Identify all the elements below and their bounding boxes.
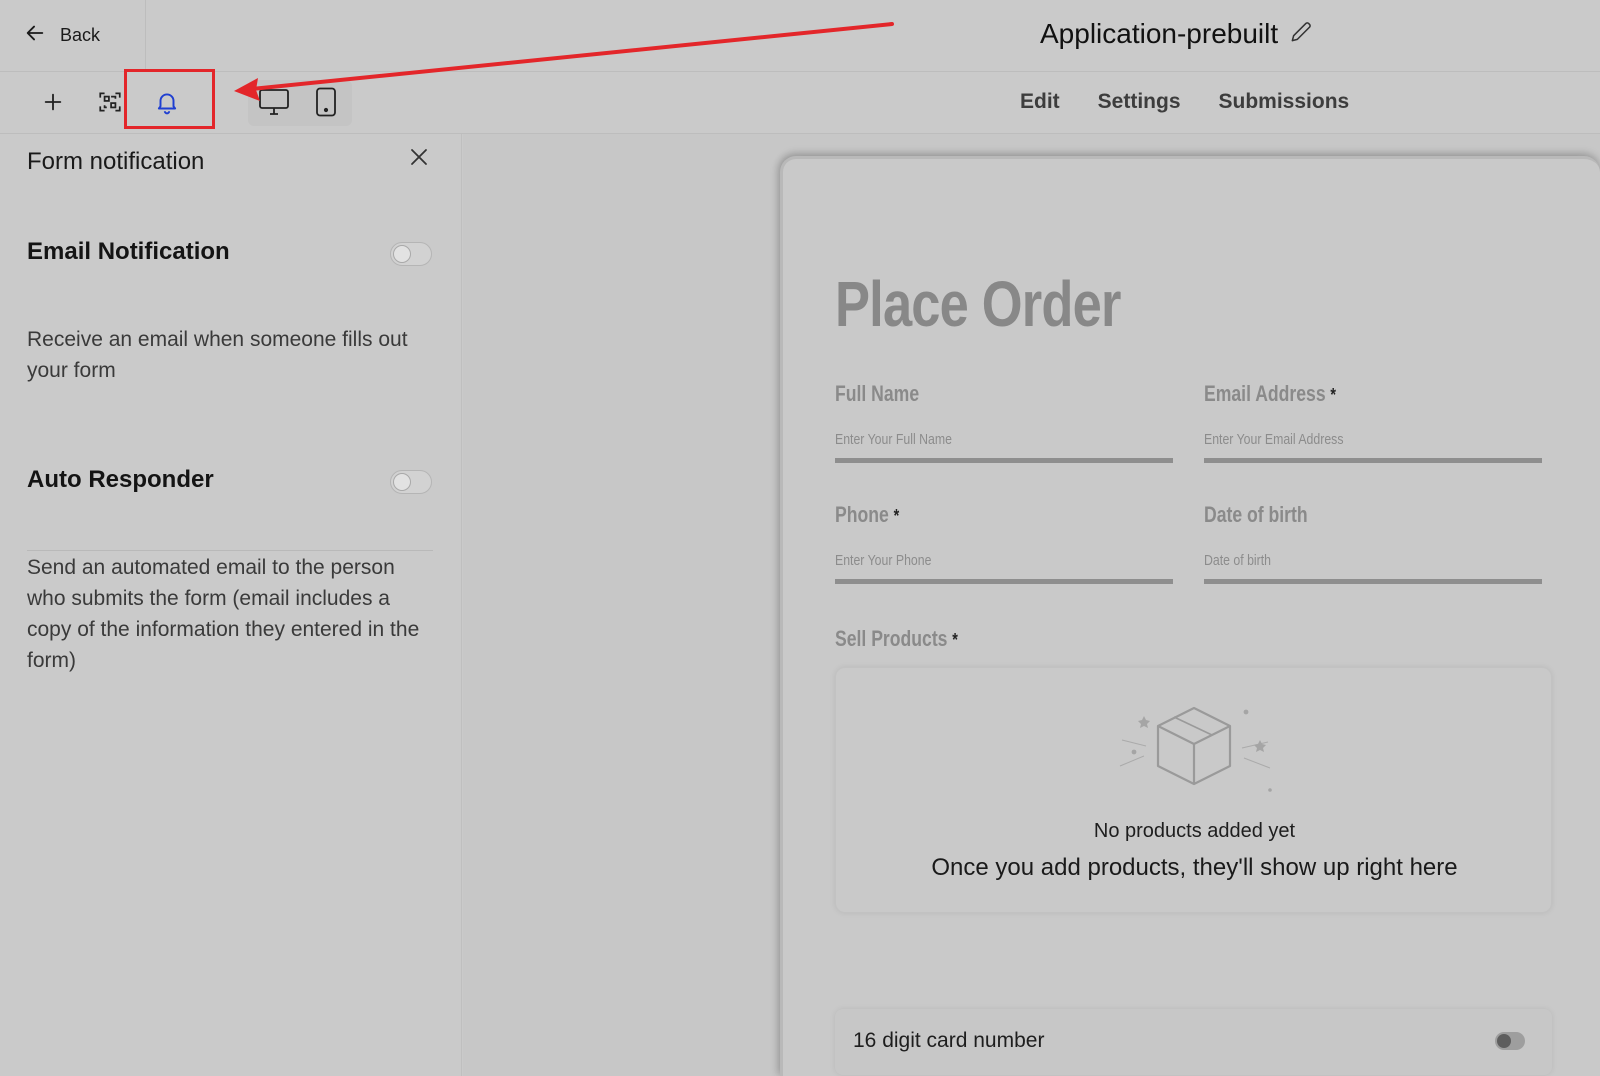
form-name-title: Application-prebuilt [1040, 18, 1279, 49]
desktop-icon[interactable] [254, 82, 294, 122]
field-label: Date of birth [1204, 502, 1308, 527]
tab-settings[interactable]: Settings [1098, 90, 1181, 114]
card-number-row: 16 digit card number [835, 1009, 1552, 1075]
auto-responder-title: Auto Responder [27, 466, 214, 493]
toggle-knob [393, 473, 411, 491]
field-placeholder: Enter Your Email Address [1204, 431, 1344, 448]
field-underline [1204, 458, 1542, 463]
editor-toolbar: Edit Settings Submissions [0, 69, 1600, 134]
email-address-field[interactable]: Email Address * Enter Your Email Address [1204, 381, 1542, 463]
form-title-group: Application-prebuilt [1040, 16, 1314, 52]
email-notification-toggle[interactable] [390, 242, 432, 266]
arrow-left-icon [24, 22, 46, 49]
phone-field[interactable]: Phone * Enter Your Phone [835, 502, 1173, 584]
sell-products-label: Sell Products [835, 626, 948, 651]
form-preview-card: Place Order Full Name Enter Your Full Na… [780, 156, 1600, 1076]
toggle-knob [1497, 1034, 1511, 1048]
tab-edit[interactable]: Edit [1020, 90, 1060, 114]
field-label: Phone [835, 502, 889, 527]
field-placeholder: Date of birth [1204, 552, 1272, 569]
back-label: Back [60, 24, 101, 45]
required-marker: * [952, 630, 958, 650]
products-empty-state: No products added yet Once you add produ… [835, 667, 1552, 913]
mobile-icon[interactable] [306, 82, 346, 122]
annotation-highlight-box [124, 69, 215, 129]
auto-responder-toggle[interactable] [390, 470, 432, 494]
empty-state-title: No products added yet [1093, 820, 1296, 842]
field-label: Full Name [835, 381, 920, 406]
form-notification-panel: Form notification Email Notification Rec… [0, 134, 462, 1076]
toggle-knob [393, 245, 411, 263]
field-underline [1204, 579, 1542, 584]
panel-divider [27, 550, 433, 551]
field-placeholder: Enter Your Full Name [835, 431, 952, 448]
back-button[interactable]: Back [24, 20, 100, 50]
field-label: Email Address [1204, 381, 1326, 406]
email-notification-description: Receive an email when someone fills out … [27, 328, 408, 382]
required-marker: * [1330, 385, 1337, 405]
empty-state-subtitle: Once you add products, they'll show up r… [931, 854, 1458, 881]
plus-icon[interactable] [33, 82, 73, 122]
field-underline [835, 579, 1173, 584]
panel-title: Form notification [27, 148, 205, 175]
email-notification-title: Email Notification [27, 238, 230, 265]
date-of-birth-field[interactable]: Date of birth Date of birth [1204, 502, 1542, 584]
auto-responder-description: Send an automated email to the person wh… [27, 556, 420, 672]
top-bar: Back Application-prebuilt [0, 0, 1600, 72]
nav-tabs: Edit Settings Submissions [1020, 82, 1349, 122]
back-divider [145, 0, 146, 72]
form-heading: Place Order [835, 268, 1121, 340]
required-marker: * [893, 506, 900, 526]
pencil-icon[interactable] [1288, 19, 1314, 50]
field-underline [835, 458, 1173, 463]
card-number-label: 16 digit card number [853, 1029, 1045, 1052]
tab-submissions[interactable]: Submissions [1219, 90, 1350, 114]
field-placeholder: Enter Your Phone [835, 552, 932, 569]
empty-box-icon [1119, 706, 1272, 792]
card-number-toggle[interactable] [1495, 1032, 1525, 1050]
close-icon[interactable] [404, 142, 434, 172]
full-name-field[interactable]: Full Name Enter Your Full Name [835, 381, 1173, 463]
